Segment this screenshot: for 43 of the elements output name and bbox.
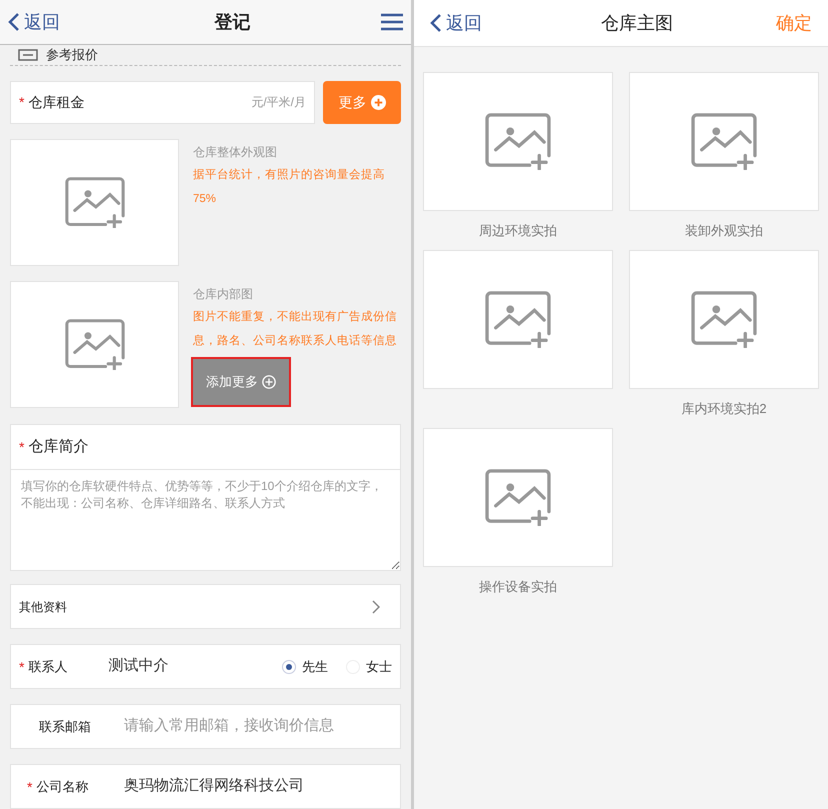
document-icon [18, 48, 38, 61]
photo-slot-title: 仓库内部图 [193, 286, 254, 304]
add-photo-icon [691, 113, 757, 170]
add-photo-icon [485, 469, 551, 526]
add-photo-icon [485, 291, 551, 348]
photo-slot-title: 仓库整体外观图 [193, 144, 278, 162]
intro-label: 仓库简介 [28, 436, 88, 457]
plus-circle-icon [262, 375, 276, 390]
add-photo-icon [64, 177, 124, 228]
photo-slot-hint: 图片不能重复，不能出现有广告成份信息，路名、公司名称联系人电话等信息 [193, 309, 398, 350]
contact-value: 测试中介 [108, 656, 168, 676]
photo-upload-tile[interactable] [423, 428, 613, 567]
tile-label: 操作设备实拍 [479, 578, 557, 596]
photo-upload-tile[interactable] [423, 250, 613, 389]
chevron-right-icon [372, 600, 380, 614]
plus-circle-icon [370, 94, 386, 110]
gender-radio[interactable]: 先生 [282, 656, 328, 676]
add-photo-icon [691, 291, 757, 348]
photo-upload-tile[interactable] [10, 139, 179, 266]
rent-field[interactable]: * 仓库租金 元/平米/月 [10, 80, 315, 124]
section-title: 参考报价 [46, 46, 98, 64]
required-mark: * [19, 93, 24, 112]
other-info-row[interactable]: 其他资料 [10, 584, 401, 630]
photo-upload-tile[interactable] [629, 250, 819, 389]
menu-icon[interactable] [381, 13, 403, 31]
photo-upload-tile[interactable] [629, 72, 819, 211]
page-title: 登记 [213, 10, 250, 34]
required-mark: * [19, 658, 24, 677]
add-photo-icon [485, 113, 551, 170]
tile-label: 周边环境实拍 [479, 222, 557, 240]
back-button[interactable]: 返回 [8, 8, 60, 36]
tile-label: 库内环境实拍2 [681, 400, 767, 418]
add-photo-icon [64, 319, 124, 370]
gender-radio[interactable]: 女士 [346, 656, 392, 676]
required-mark: * [19, 438, 24, 458]
tile-label: 装卸外观实拍 [685, 222, 763, 240]
photo-upload-tile[interactable] [423, 72, 613, 211]
intro-textarea[interactable]: 填写你的仓库软硬件特点、优势等等，不少于10个介绍仓库的文字，不能出现：公司名称、仓库详细路名、联系人方式 [10, 470, 401, 572]
photo-upload-tile[interactable] [10, 281, 179, 408]
back-button[interactable]: 返回 [430, 10, 482, 36]
contact-label: 联系人 [28, 658, 68, 676]
photo-slot-hint: 据平台统计，有照片的咨询量会提高75% [193, 167, 386, 208]
page-title: 仓库主图 [600, 12, 673, 34]
